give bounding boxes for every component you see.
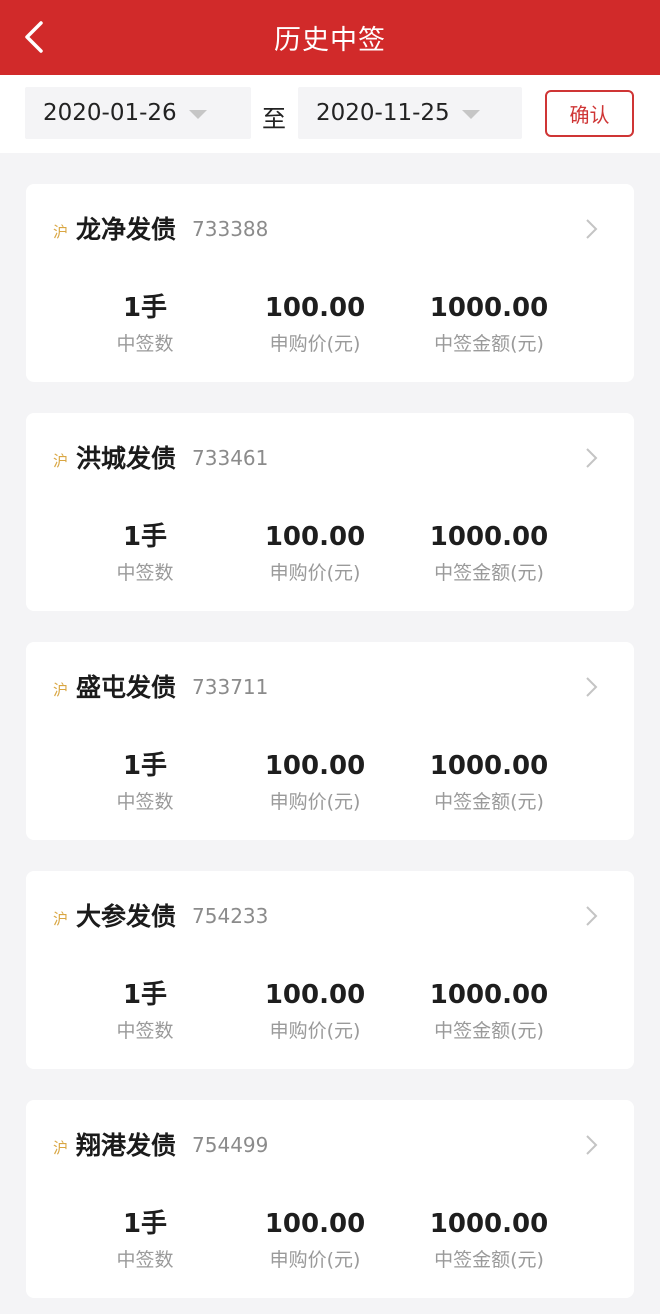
dropdown-arrow-icon [461,110,480,119]
subscription-price-value: 100.00 [264,293,366,323]
allotted-amount-label: 中签金额(元) [434,333,544,355]
subscription-price-label: 申购价(元) [269,562,361,584]
back-button[interactable] [14,17,54,57]
date-filter-bar: 2020-01-26 至 2020-11-25 确认 [0,75,660,153]
market-tag: 沪 [53,451,69,470]
card-header: 沪 大参发债 754233 [53,896,268,934]
bond-name: 翔港发债 [76,1131,177,1160]
bond-code: 733461 [192,446,269,470]
subscription-price: 100.00 申购价(元) [245,750,385,814]
start-date-picker[interactable]: 2020-01-26 [25,87,251,139]
allotment-card[interactable]: 沪 大参发债 754233 1手 中签数 100.00 申购价(元) 1000.… [26,871,634,1069]
allotted-count: 1手 中签数 [90,750,200,814]
allotment-card[interactable]: 沪 洪城发债 733461 1手 中签数 100.00 申购价(元) 1000.… [26,413,634,611]
allotted-count-value: 1手 [122,293,168,323]
card-header: 沪 盛屯发债 733711 [53,667,268,705]
allotment-card[interactable]: 沪 盛屯发债 733711 1手 中签数 100.00 申购价(元) 1000.… [26,642,634,840]
market-tag: 沪 [53,680,69,699]
subscription-price-value: 100.00 [264,751,366,781]
market-tag: 沪 [53,909,69,928]
allotted-amount-value: 1000.00 [429,522,549,552]
allotted-count-value: 1手 [122,1209,168,1239]
allotment-list: 沪 龙净发债 733388 1手 中签数 100.00 申购价(元) 1000.… [0,153,660,1298]
allotted-count: 1手 中签数 [90,979,200,1043]
subscription-price-label: 申购价(元) [269,1249,361,1271]
allotted-amount-value: 1000.00 [429,751,549,781]
allotted-amount-label: 中签金额(元) [434,1020,544,1042]
page-title: 历史中签 [274,25,386,56]
allotted-amount: 1000.00 中签金额(元) [416,979,562,1043]
allotment-card[interactable]: 沪 龙净发债 733388 1手 中签数 100.00 申购价(元) 1000.… [26,184,634,382]
chevron-left-icon [25,21,43,53]
allotted-count: 1手 中签数 [90,292,200,356]
bond-name: 洪城发债 [76,444,177,473]
subscription-price-value: 100.00 [264,522,366,552]
chevron-right-icon [586,906,598,926]
market-tag: 沪 [53,222,69,241]
bond-name: 龙净发债 [76,215,177,244]
allotted-amount-value: 1000.00 [429,980,549,1010]
subscription-price-value: 100.00 [264,1209,366,1239]
bond-code: 754233 [192,904,269,928]
allotted-amount-label: 中签金额(元) [434,1249,544,1271]
allotment-card[interactable]: 沪 翔港发债 754499 1手 中签数 100.00 申购价(元) 1000.… [26,1100,634,1298]
allotted-count-label: 中签数 [116,1249,174,1271]
allotted-amount-value: 1000.00 [429,1209,549,1239]
subscription-price: 100.00 申购价(元) [245,292,385,356]
end-date-value: 2020-11-25 [316,100,450,126]
allotted-count-label: 中签数 [116,1020,174,1042]
allotted-count-label: 中签数 [116,333,174,355]
allotted-amount: 1000.00 中签金额(元) [416,750,562,814]
allotted-amount-label: 中签金额(元) [434,791,544,813]
allotted-count-value: 1手 [122,751,168,781]
card-header: 沪 龙净发债 733388 [53,209,268,247]
end-date-picker[interactable]: 2020-11-25 [298,87,522,139]
start-date-value: 2020-01-26 [43,100,177,126]
subscription-price-value: 100.00 [264,980,366,1010]
allotted-count-label: 中签数 [116,791,174,813]
subscription-price-label: 申购价(元) [269,333,361,355]
bond-name: 盛屯发债 [76,673,177,702]
subscription-price: 100.00 申购价(元) [245,521,385,585]
allotted-count-value: 1手 [122,522,168,552]
allotted-count: 1手 中签数 [90,521,200,585]
date-range-separator: 至 [262,105,286,133]
allotted-count: 1手 中签数 [90,1208,200,1272]
nav-bar: 历史中签 [0,0,660,75]
allotted-amount: 1000.00 中签金额(元) [416,292,562,356]
subscription-price-label: 申购价(元) [269,1020,361,1042]
card-header: 沪 翔港发债 754499 [53,1125,268,1163]
allotted-amount-label: 中签金额(元) [434,562,544,584]
allotted-amount: 1000.00 中签金额(元) [416,521,562,585]
subscription-price: 100.00 申购价(元) [245,979,385,1043]
market-tag: 沪 [53,1138,69,1157]
chevron-right-icon [586,1135,598,1155]
allotted-amount: 1000.00 中签金额(元) [416,1208,562,1272]
confirm-button[interactable]: 确认 [545,90,634,137]
allotted-count-value: 1手 [122,980,168,1010]
bond-code: 733388 [192,217,269,241]
dropdown-arrow-icon [188,110,207,119]
bond-name: 大参发债 [76,902,177,931]
bond-code: 754499 [192,1133,269,1157]
bond-code: 733711 [192,675,269,699]
card-header: 沪 洪城发债 733461 [53,438,268,476]
subscription-price: 100.00 申购价(元) [245,1208,385,1272]
chevron-right-icon [586,677,598,697]
subscription-price-label: 申购价(元) [269,791,361,813]
allotted-count-label: 中签数 [116,562,174,584]
chevron-right-icon [586,448,598,468]
chevron-right-icon [586,219,598,239]
allotted-amount-value: 1000.00 [429,293,549,323]
